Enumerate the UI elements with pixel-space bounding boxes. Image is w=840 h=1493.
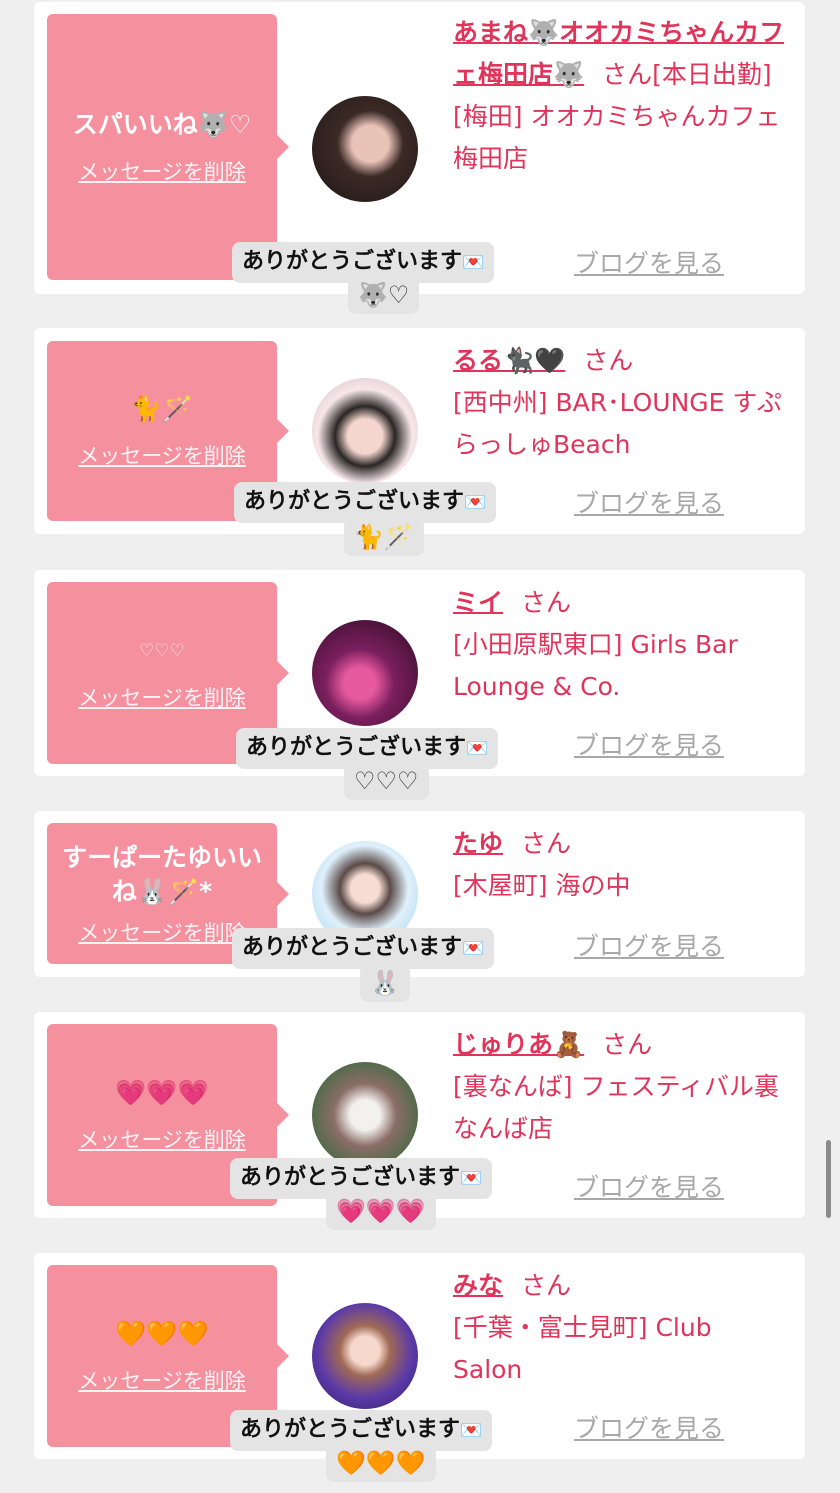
reply-text: ありがとうございます <box>246 735 467 760</box>
delete-message-link[interactable]: メッセージを削除 <box>78 1124 246 1154</box>
envelope-heart-icon: 💌 <box>462 938 485 959</box>
envelope-heart-icon: 💌 <box>460 1168 483 1189</box>
avatar[interactable] <box>312 620 418 726</box>
reply-bubble: ありがとうございます💌 <box>234 482 497 523</box>
cast-name-link[interactable]: たゆ <box>453 829 503 858</box>
scrollbar[interactable] <box>826 1140 831 1218</box>
reply-text: ありがとうございます <box>240 1165 461 1190</box>
honorific: さん <box>583 346 634 375</box>
reply-emoji: 🐈🪄 <box>344 518 424 556</box>
cast-info: みな さん [千葉・富士見町] Club Salon <box>453 1265 785 1391</box>
reply-bubble: ありがとうございます💌 <box>232 928 495 969</box>
message-text: 💗💗💗 <box>115 1078 209 1107</box>
message-text: すーぱーたゆいいね🐰🪄* <box>61 842 262 906</box>
envelope-heart-icon: 💌 <box>466 738 489 759</box>
delete-message-link[interactable]: メッセージを削除 <box>78 917 246 947</box>
message-box: スパいいね🐺♡ メッセージを削除 <box>47 14 289 280</box>
message-text: スパいいね🐺♡ <box>72 110 252 139</box>
cast-info: あまね🐺オオカミちゃんカフェ梅田店🐺 さん[本日出勤] [梅田] オオカミちゃんカ… <box>453 12 785 180</box>
cast-name-link[interactable]: るる🐈‍⬛🖤 <box>453 346 565 375</box>
shop-name: [裏なんば] フェスティバル裏なんば店 <box>453 1072 779 1143</box>
cast-status: [本日出勤] <box>652 60 772 89</box>
envelope-heart-icon: 💌 <box>460 1420 483 1441</box>
cast-name-link[interactable]: みな <box>453 1271 503 1300</box>
reply-emoji: 🐰 <box>360 964 410 1002</box>
delete-message-link[interactable]: メッセージを削除 <box>78 1365 246 1395</box>
reply-emoji: 💗💗💗 <box>326 1192 436 1230</box>
reply-text: ありがとうございます <box>242 249 463 274</box>
reply-text: ありがとうございます <box>242 935 463 960</box>
shop-name: [梅田] オオカミちゃんカフェ梅田店 <box>453 102 781 173</box>
view-blog-link[interactable]: ブログを見る <box>574 927 724 963</box>
envelope-heart-icon: 💌 <box>464 492 487 513</box>
cast-name-link[interactable]: ミイ <box>453 588 503 617</box>
message-text: 🧡🧡🧡 <box>115 1319 209 1348</box>
message-text: 🐈🪄 <box>130 394 194 423</box>
view-blog-link[interactable]: ブログを見る <box>574 484 724 520</box>
cast-name-link[interactable]: じゅりあ🧸 <box>453 1030 584 1059</box>
shop-name: [小田原駅東口] Girls Bar Lounge & Co. <box>453 630 738 701</box>
shop-name: [木屋町] 海の中 <box>453 871 631 900</box>
delete-message-link[interactable]: メッセージを削除 <box>78 440 246 470</box>
reply-text: ありがとうございます <box>244 489 465 514</box>
honorific: さん <box>602 60 653 89</box>
honorific: さん <box>521 829 572 858</box>
cast-info: ミイ さん [小田原駅東口] Girls Bar Lounge & Co. <box>453 582 785 708</box>
honorific: さん <box>521 588 572 617</box>
honorific: さん <box>602 1030 653 1059</box>
view-blog-link[interactable]: ブログを見る <box>574 726 724 762</box>
reply-emoji: ♡♡♡ <box>344 762 429 800</box>
shop-name: [千葉・富士見町] Club Salon <box>453 1313 712 1384</box>
reply-emoji: 🐺♡ <box>348 276 420 314</box>
reply-text: ありがとうございます <box>240 1417 461 1442</box>
view-blog-link[interactable]: ブログを見る <box>574 1409 724 1445</box>
delete-message-link[interactable]: メッセージを削除 <box>78 682 246 712</box>
avatar[interactable] <box>312 1303 418 1409</box>
cast-info: るる🐈‍⬛🖤 さん [西中州] BAR･LOUNGE すぷらっしゅBeach <box>453 340 785 466</box>
cast-info: たゆ さん [木屋町] 海の中 <box>453 823 785 907</box>
message-text: ♡♡♡ <box>139 641 185 661</box>
view-blog-link[interactable]: ブログを見る <box>574 244 724 280</box>
delete-message-link[interactable]: メッセージを削除 <box>78 156 246 186</box>
view-blog-link[interactable]: ブログを見る <box>574 1168 724 1204</box>
honorific: さん <box>521 1271 572 1300</box>
avatar[interactable] <box>312 378 418 484</box>
cast-info: じゅりあ🧸 さん [裏なんば] フェスティバル裏なんば店 <box>453 1024 785 1150</box>
reply-emoji: 🧡🧡🧡 <box>326 1444 436 1482</box>
avatar[interactable] <box>312 1062 418 1168</box>
avatar[interactable] <box>312 96 418 202</box>
envelope-heart-icon: 💌 <box>462 252 485 273</box>
shop-name: [西中州] BAR･LOUNGE すぷらっしゅBeach <box>453 388 782 459</box>
